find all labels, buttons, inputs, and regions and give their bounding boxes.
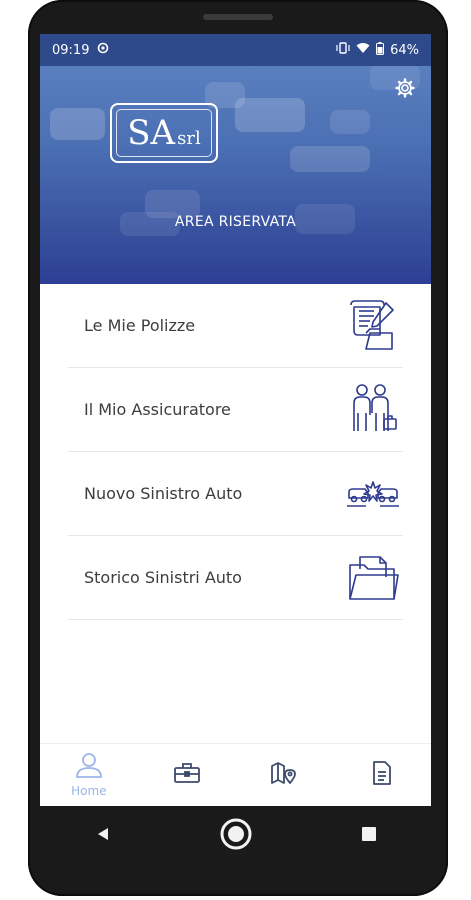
folder-icon bbox=[343, 548, 403, 608]
battery-icon bbox=[376, 41, 385, 59]
car-crash-icon bbox=[343, 464, 403, 524]
status-bar: 09:19 64% bbox=[40, 34, 431, 66]
company-logo: SA srl bbox=[110, 103, 218, 163]
bottom-navigation: Home bbox=[40, 743, 431, 806]
menu-item-label: Nuovo Sinistro Auto bbox=[84, 484, 243, 503]
menu-item-polizze[interactable]: Le Mie Polizze bbox=[68, 284, 403, 368]
status-time: 09:19 bbox=[52, 42, 90, 58]
menu-item-nuovo-sinistro[interactable]: Nuovo Sinistro Auto bbox=[68, 452, 403, 536]
map-pin-icon bbox=[270, 761, 298, 789]
battery-percent: 64% bbox=[390, 42, 419, 58]
recents-icon[interactable] bbox=[360, 825, 378, 847]
sync-icon bbox=[97, 42, 109, 58]
menu-item-assicuratore[interactable]: Il Mio Assicuratore bbox=[68, 368, 403, 452]
bg-shape bbox=[330, 110, 370, 134]
home-circle-icon[interactable] bbox=[219, 817, 253, 855]
vibrate-icon bbox=[336, 42, 350, 58]
nav-home-label: Home bbox=[71, 784, 107, 798]
gear-icon[interactable] bbox=[395, 78, 415, 102]
phone-frame: 09:19 64% SA srl AREA RISERVATA Le Mie P… bbox=[28, 0, 448, 896]
briefcase-icon bbox=[173, 762, 201, 788]
nav-home[interactable]: Home bbox=[54, 747, 124, 803]
menu-item-storico-sinistri[interactable]: Storico Sinistri Auto bbox=[68, 536, 403, 620]
nav-map[interactable] bbox=[249, 747, 319, 803]
user-icon bbox=[75, 752, 103, 782]
area-title: AREA RISERVATA bbox=[174, 214, 297, 230]
menu-item-label: Storico Sinistri Auto bbox=[84, 568, 242, 587]
header-banner: SA srl AREA RISERVATA bbox=[40, 34, 431, 284]
bg-shape bbox=[50, 108, 105, 140]
documents-signature-icon bbox=[343, 296, 403, 356]
people-briefcase-icon bbox=[343, 380, 403, 440]
nav-briefcase[interactable] bbox=[152, 747, 222, 803]
back-icon[interactable] bbox=[94, 825, 112, 847]
bg-shape bbox=[290, 146, 370, 172]
document-icon bbox=[371, 760, 393, 790]
main-menu: Le Mie Polizze Il Mio Assicuratore Nuovo… bbox=[40, 284, 431, 620]
bg-shape bbox=[235, 98, 305, 132]
menu-item-label: Il Mio Assicuratore bbox=[84, 400, 231, 419]
wifi-icon bbox=[356, 42, 370, 58]
menu-item-label: Le Mie Polizze bbox=[84, 316, 196, 335]
speaker-grille bbox=[203, 14, 273, 20]
system-navigation bbox=[40, 806, 431, 866]
app-screen: 09:19 64% SA srl AREA RISERVATA Le Mie P… bbox=[40, 34, 431, 806]
nav-documents[interactable] bbox=[347, 747, 417, 803]
